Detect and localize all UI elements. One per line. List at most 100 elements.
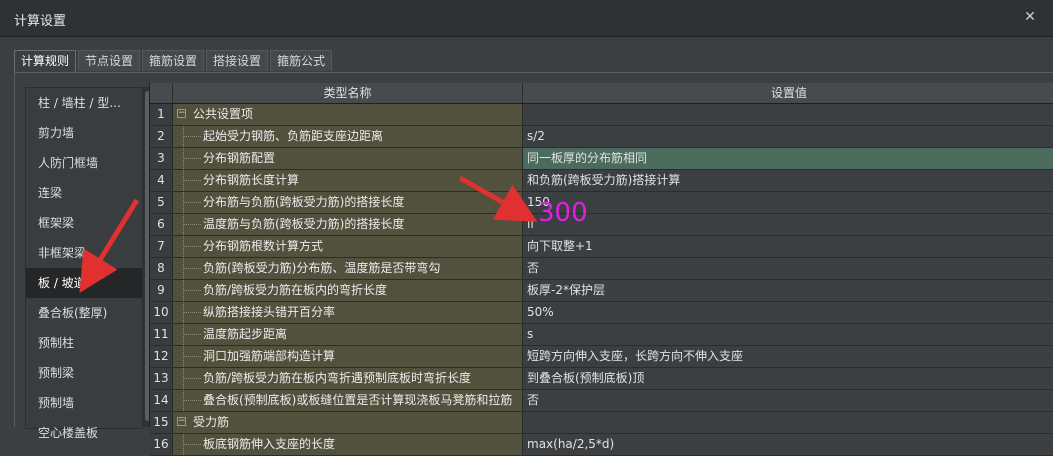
tree-branch <box>183 180 201 181</box>
tab-calc-rules[interactable]: 计算规则 <box>14 50 77 73</box>
type-name-label: 分布钢筋长度计算 <box>203 173 300 187</box>
table-row[interactable]: 1− 公共设置项 <box>150 104 1053 126</box>
tree-branch <box>183 334 201 335</box>
sidebar-item-precast-column[interactable]: 预制柱 <box>26 328 142 358</box>
table-row[interactable]: 3 分布钢筋配置 同一板厚的分布筋相同 <box>150 148 1053 170</box>
row-number: 15 <box>150 412 173 433</box>
type-name-label: 分布钢筋根数计算方式 <box>203 239 324 253</box>
collapse-icon[interactable]: − <box>177 417 186 426</box>
sidebar-item-shear-wall[interactable]: 剪力墙 <box>26 118 142 148</box>
tab-stirrup-formula[interactable]: 箍筋公式 <box>270 50 333 71</box>
tab-lap-settings[interactable]: 搭接设置 <box>206 50 269 71</box>
type-name-label: 分布钢筋配置 <box>203 151 276 165</box>
tree-branch <box>183 444 201 445</box>
row-number: 11 <box>150 324 173 345</box>
table-row[interactable]: 7 分布钢筋根数计算方式 向下取整+1 <box>150 236 1053 258</box>
group-name-cell: − 公共设置项 <box>173 104 523 125</box>
settings-panel: 柱 / 墙柱 / 型... 剪力墙 人防门框墙 连梁 框架梁 非框架梁 板 / … <box>14 72 1053 456</box>
type-name-cell: 负筋/跨板受力筋在板内的弯折长度 <box>173 280 523 301</box>
tree-branch <box>183 290 201 291</box>
type-name-cell: 分布钢筋根数计算方式 <box>173 236 523 257</box>
row-number: 10 <box>150 302 173 323</box>
sidebar-item-slab-ramp[interactable]: 板 / 坡道 <box>26 268 142 298</box>
sidebar-item-coupling-beam[interactable]: 连梁 <box>26 178 142 208</box>
sidebar-item-non-frame-beam[interactable]: 非框架梁 <box>26 238 142 268</box>
group-label: 受力筋 <box>193 415 230 429</box>
setting-value-cell[interactable]: 否 <box>523 258 1053 279</box>
row-number: 2 <box>150 126 173 147</box>
tree-branch <box>183 224 201 225</box>
tree-branch <box>183 400 201 401</box>
tab-stirrup-settings[interactable]: 箍筋设置 <box>142 50 205 71</box>
sidebar-item-hollow-floor-slab[interactable]: 空心楼盖板 <box>26 418 142 448</box>
row-number: 9 <box>150 280 173 301</box>
column-header-type-name[interactable]: 类型名称 <box>173 83 523 103</box>
table-row[interactable]: 16 板底钢筋伸入支座的长度 max(ha/2,5*d) <box>150 434 1053 456</box>
setting-value-cell[interactable]: s <box>523 324 1053 345</box>
setting-value-cell[interactable]: 同一板厚的分布筋相同 <box>523 148 1053 169</box>
type-name-label: 叠合板(预制底板)或板缝位置是否计算现浇板马凳筋和拉筋 <box>203 393 513 407</box>
collapse-icon[interactable]: − <box>177 109 186 118</box>
setting-value-cell[interactable]: 否 <box>523 390 1053 411</box>
row-number: 13 <box>150 368 173 389</box>
setting-value-cell[interactable]: 150 <box>523 192 1053 213</box>
group-label: 公共设置项 <box>193 107 254 121</box>
setting-value-cell[interactable]: s/2 <box>523 126 1053 147</box>
row-number: 1 <box>150 104 173 125</box>
row-number: 12 <box>150 346 173 367</box>
setting-value-cell[interactable]: 和负筋(跨板受力筋)搭接计算 <box>523 170 1053 191</box>
component-list: 柱 / 墙柱 / 型... 剪力墙 人防门框墙 连梁 框架梁 非框架梁 板 / … <box>25 87 143 440</box>
type-name-label: 纵筋搭接接头错开百分率 <box>203 305 336 319</box>
setting-value-cell[interactable]: 50% <box>523 302 1053 323</box>
type-name-cell: 负筋/跨板受力筋在板内弯折遇预制底板时弯折长度 <box>173 368 523 389</box>
table-row[interactable]: 8 负筋(跨板受力筋)分布筋、温度筋是否带弯勾 否 <box>150 258 1053 280</box>
row-number: 7 <box>150 236 173 257</box>
tab-node-settings[interactable]: 节点设置 <box>78 50 141 71</box>
sidebar-item-precast-beam[interactable]: 预制梁 <box>26 358 142 388</box>
type-name-label: 负筋/跨板受力筋在板内的弯折长度 <box>203 283 388 297</box>
type-name-label: 起始受力钢筋、负筋距支座边距离 <box>203 129 384 143</box>
tree-branch <box>183 356 201 357</box>
setting-value-cell[interactable]: max(ha/2,5*d) <box>523 434 1053 455</box>
title-bar: 计算设置 ✕ <box>0 0 1053 37</box>
row-number: 14 <box>150 390 173 411</box>
setting-value-cell[interactable]: 短跨方向伸入支座，长跨方向不伸入支座 <box>523 346 1053 367</box>
type-name-label: 分布筋与负筋(跨板受力筋)的搭接长度 <box>203 195 405 209</box>
sidebar-item-composite-slab[interactable]: 叠合板(整厚) <box>26 298 142 328</box>
table-row[interactable]: 12 洞口加强筋端部构造计算 短跨方向伸入支座，长跨方向不伸入支座 <box>150 346 1053 368</box>
type-name-label: 温度筋起步距离 <box>203 327 288 341</box>
table-row[interactable]: 14 叠合板(预制底板)或板缝位置是否计算现浇板马凳筋和拉筋否 <box>150 390 1053 412</box>
setting-value-cell[interactable]: 向下取整+1 <box>523 236 1053 257</box>
annotation-300: 300 <box>538 198 588 228</box>
type-name-cell: 纵筋搭接接头错开百分率 <box>173 302 523 323</box>
table-row[interactable]: 15− 受力筋 <box>150 412 1053 434</box>
row-number: 6 <box>150 214 173 235</box>
table-row[interactable]: 5 分布筋与负筋(跨板受力筋)的搭接长度 150 <box>150 192 1053 214</box>
type-name-label: 负筋(跨板受力筋)分布筋、温度筋是否带弯勾 <box>203 261 441 275</box>
grid-header: 类型名称 设置值 <box>150 83 1053 104</box>
setting-value-cell <box>523 412 1053 433</box>
sidebar-item-civil-defense-door-wall[interactable]: 人防门框墙 <box>26 148 142 178</box>
table-row[interactable]: 6 温度筋与负筋(跨板受力筋)的搭接长度 ll <box>150 214 1053 236</box>
tree-branch <box>183 136 201 137</box>
table-row[interactable]: 10 纵筋搭接接头错开百分率 50% <box>150 302 1053 324</box>
type-name-cell: 叠合板(预制底板)或板缝位置是否计算现浇板马凳筋和拉筋 <box>173 390 523 411</box>
setting-value-cell[interactable]: 到叠合板(预制底板)顶 <box>523 368 1053 389</box>
sidebar-item-precast-wall[interactable]: 预制墙 <box>26 388 142 418</box>
sidebar-item-frame-beam[interactable]: 框架梁 <box>26 208 142 238</box>
setting-value-cell[interactable]: ll <box>523 214 1053 235</box>
table-row[interactable]: 13 负筋/跨板受力筋在板内弯折遇预制底板时弯折长度 到叠合板(预制底板)顶 <box>150 368 1053 390</box>
table-row[interactable]: 9 负筋/跨板受力筋在板内的弯折长度 板厚-2*保护层 <box>150 280 1053 302</box>
table-row[interactable]: 4 分布钢筋长度计算 和负筋(跨板受力筋)搭接计算 <box>150 170 1053 192</box>
grid-rows: 1− 公共设置项 2 起始受力钢筋、负筋距支座边距离 s/2 3 分布钢筋配置 同一板厚的分布… <box>150 104 1053 456</box>
type-name-label: 负筋/跨板受力筋在板内弯折遇预制底板时弯折长度 <box>203 371 472 385</box>
setting-value-cell[interactable]: 板厚-2*保护层 <box>523 280 1053 301</box>
tab-bar: 计算规则 节点设置 箍筋设置 搭接设置 箍筋公式 <box>14 50 333 73</box>
close-icon[interactable]: ✕ <box>1019 6 1041 28</box>
table-row[interactable]: 2 起始受力钢筋、负筋距支座边距离 s/2 <box>150 126 1053 148</box>
window-title: 计算设置 <box>14 14 67 29</box>
sidebar-item-column[interactable]: 柱 / 墙柱 / 型... <box>26 88 142 118</box>
table-row[interactable]: 11 温度筋起步距离 s <box>150 324 1053 346</box>
row-number: 16 <box>150 434 173 455</box>
column-header-setting-value[interactable]: 设置值 <box>523 83 1053 103</box>
